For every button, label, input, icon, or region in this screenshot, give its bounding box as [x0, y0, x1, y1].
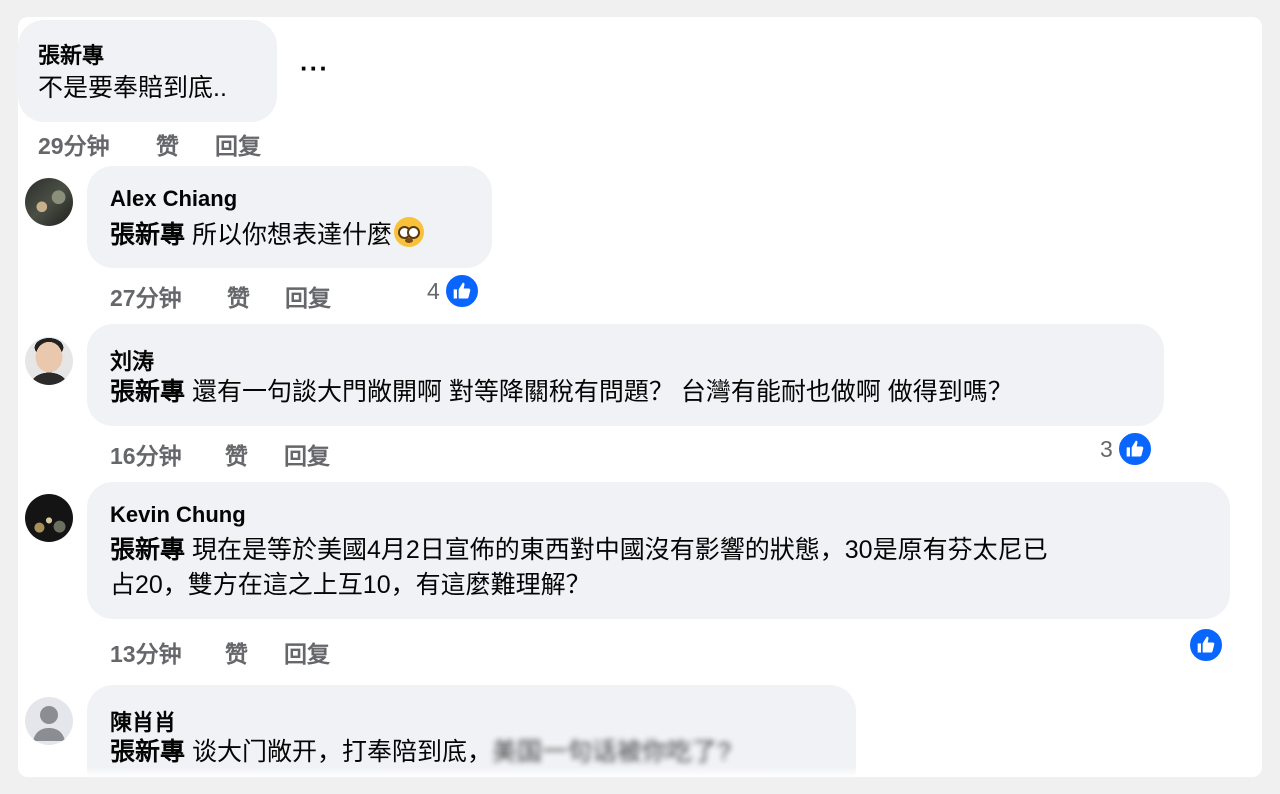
bottom-fade	[18, 767, 1262, 777]
comment-text: 張新專 谈大门敞开，打奉陪到底，美国一句话被你吃了?	[110, 735, 731, 770]
like-button[interactable]: 赞	[227, 279, 250, 313]
mention-tag[interactable]: 張新專	[110, 738, 185, 766]
reaction-summary[interactable]: 4	[427, 273, 480, 309]
comment-text: 不是要奉賠到底..	[38, 74, 227, 102]
comment-time[interactable]: 13分钟	[110, 635, 182, 669]
mention-tag[interactable]: 張新專	[110, 536, 185, 564]
comment-author[interactable]: Alex Chiang	[110, 186, 237, 212]
reply-button[interactable]: 回复	[284, 635, 330, 669]
comment-author[interactable]: 陳肖肖	[110, 705, 176, 737]
comment-author[interactable]: Kevin Chung	[110, 502, 246, 528]
avatar[interactable]	[25, 697, 73, 745]
like-reaction-icon	[1116, 431, 1153, 467]
more-options-icon[interactable]: ···	[300, 53, 329, 84]
like-reaction-icon	[443, 273, 480, 309]
comment-text: 張新專 所以你想表達什麼	[110, 217, 424, 253]
comment-author[interactable]: 刘涛	[110, 344, 154, 376]
like-button[interactable]: 赞	[225, 635, 248, 669]
reaction-summary[interactable]	[1188, 627, 1224, 663]
comment-text: 張新專 現在是等於美國4月2日宣佈的東西對中國沒有影響的狀態，30是原有芬太尼已	[110, 533, 1048, 568]
comment-text-body: 還有一句談大門敞開啊 對等降關稅有問題？ 台灣有能耐也做啊 做得到嗎？	[191, 378, 1013, 406]
avatar[interactable]	[25, 337, 73, 385]
mention-tag[interactable]: 張新專	[110, 221, 185, 249]
like-button[interactable]: 赞	[225, 437, 248, 471]
reply-button[interactable]: 回复	[284, 437, 330, 471]
like-button[interactable]: 赞	[156, 127, 179, 161]
flushed-face-icon	[393, 217, 424, 247]
mention-tag[interactable]: 張新專	[110, 378, 185, 406]
comment-text-body: 所以你想表達什麼	[191, 221, 392, 249]
comment-time[interactable]: 16分钟	[110, 437, 182, 471]
comment-text-line: 占20，雙方在這之上互10，有這麼難理解？	[110, 571, 591, 599]
comment-text-body: 現在是等於美國4月2日宣佈的東西對中國沒有影響的狀態，30是原有芬太尼已	[191, 536, 1048, 564]
reply-button[interactable]: 回复	[285, 279, 331, 313]
comment-text: 張新專 還有一句談大門敞開啊 對等降關稅有問題？ 台灣有能耐也做啊 做得到嗎？	[110, 375, 1013, 410]
like-reaction-icon	[1188, 627, 1224, 663]
reaction-count: 4	[427, 277, 440, 304]
reply-button[interactable]: 回复	[215, 127, 261, 161]
comment-text-body: 谈大门敞开，打奉陪到底，	[191, 738, 492, 766]
comment-time[interactable]: 27分钟	[110, 279, 182, 313]
comments-panel: 張新專 不是要奉賠到底.. ··· 29分钟 赞 回复 Alex Chiang …	[18, 17, 1262, 777]
reaction-count: 3	[1100, 435, 1113, 462]
comment-author[interactable]: 張新專	[38, 38, 104, 70]
reaction-summary[interactable]: 3	[1100, 431, 1153, 467]
obscured-text: 美国一句话被你吃了?	[491, 738, 731, 766]
comment-time[interactable]: 29分钟	[38, 127, 110, 161]
avatar[interactable]	[25, 494, 73, 542]
avatar[interactable]	[25, 178, 73, 226]
